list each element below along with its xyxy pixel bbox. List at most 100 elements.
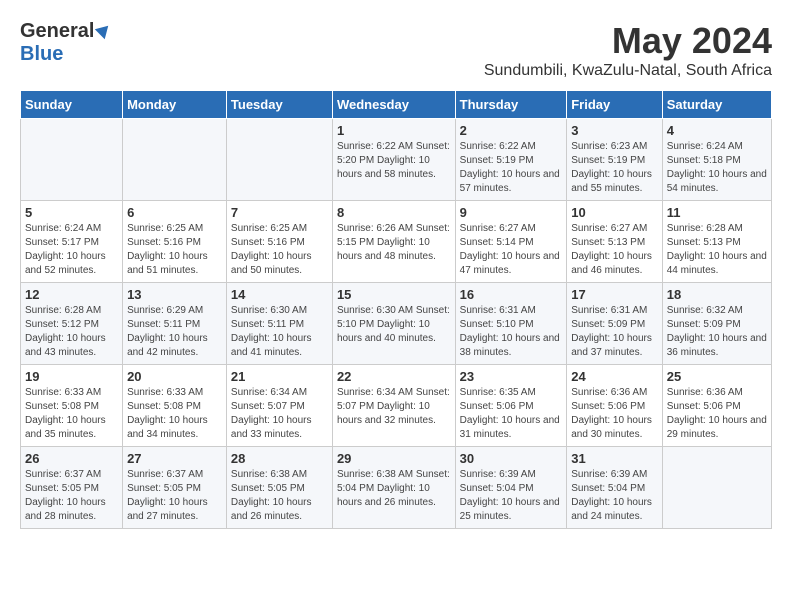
day-number: 20 — [127, 369, 222, 384]
day-info: Sunrise: 6:37 AM Sunset: 5:05 PM Dayligh… — [25, 468, 118, 524]
day-header-wednesday: Wednesday — [332, 91, 455, 119]
day-info: Sunrise: 6:31 AM Sunset: 5:10 PM Dayligh… — [460, 304, 563, 360]
day-number: 30 — [460, 451, 563, 466]
day-number: 17 — [571, 287, 658, 302]
calendar-body: 1 Sunrise: 6:22 AM Sunset: 5:20 PM Daylig… — [21, 119, 772, 529]
day-number: 26 — [25, 451, 118, 466]
calendar-cell: 16Sunrise: 6:31 AM Sunset: 5:10 PM Dayli… — [455, 283, 567, 365]
calendar-cell: 14Sunrise: 6:30 AM Sunset: 5:11 PM Dayli… — [226, 283, 332, 365]
day-info: Sunrise: 6:25 AM Sunset: 5:16 PM Dayligh… — [127, 222, 222, 278]
calendar-cell: 24 Sunrise: 6:36 AM Sunset: 5:06 PM Dayli… — [567, 365, 663, 447]
calendar-cell: 6 Sunrise: 6:25 AM Sunset: 5:16 PM Daylig… — [123, 201, 227, 283]
day-info: Sunrise: 6:29 AM Sunset: 5:11 PM Dayligh… — [127, 304, 222, 360]
day-info: Sunrise: 6:38 AM Sunset: 5:04 PM Dayligh… — [337, 468, 451, 510]
day-number: 2 — [460, 123, 563, 138]
calendar-cell — [21, 119, 123, 201]
day-info: Sunrise: 6:22 AM Sunset: 5:20 PM Dayligh… — [337, 140, 451, 182]
day-number: 10 — [571, 205, 658, 220]
calendar-cell — [662, 447, 771, 529]
title-block: May 2024 Sundumbili, KwaZulu-Natal, Sout… — [484, 20, 772, 80]
page-header: General Blue May 2024 Sundumbili, KwaZul… — [20, 20, 772, 80]
calendar-cell: 13 Sunrise: 6:29 AM Sunset: 5:11 PM Dayli… — [123, 283, 227, 365]
day-info: Sunrise: 6:25 AM Sunset: 5:16 PM Dayligh… — [231, 222, 328, 278]
logo-general-text: General — [20, 20, 94, 43]
day-info: Sunrise: 6:30 AM Sunset: 5:10 PM Dayligh… — [337, 304, 451, 346]
day-info: Sunrise: 6:32 AM Sunset: 5:09 PM Dayligh… — [667, 304, 767, 360]
day-number: 1 — [337, 123, 451, 138]
calendar-cell: 12 Sunrise: 6:28 AM Sunset: 5:12 PM Dayli… — [21, 283, 123, 365]
day-number: 21 — [231, 369, 328, 384]
day-info: Sunrise: 6:27 AM Sunset: 5:14 PM Dayligh… — [460, 222, 563, 278]
day-info: Sunrise: 6:23 AM Sunset: 5:19 PM Dayligh… — [571, 140, 658, 196]
day-number: 25 — [667, 369, 767, 384]
day-info: Sunrise: 6:34 AM Sunset: 5:07 PM Dayligh… — [337, 386, 451, 428]
calendar-cell: 23Sunrise: 6:35 AM Sunset: 5:06 PM Dayli… — [455, 365, 567, 447]
day-info: Sunrise: 6:31 AM Sunset: 5:09 PM Dayligh… — [571, 304, 658, 360]
week-row-1: 1 Sunrise: 6:22 AM Sunset: 5:20 PM Daylig… — [21, 119, 772, 201]
day-info: Sunrise: 6:36 AM Sunset: 5:06 PM Dayligh… — [667, 386, 767, 442]
calendar-cell: 9 Sunrise: 6:27 AM Sunset: 5:14 PM Daylig… — [455, 201, 567, 283]
day-header-sunday: Sunday — [21, 91, 123, 119]
week-row-2: 5Sunrise: 6:24 AM Sunset: 5:17 PM Daylig… — [21, 201, 772, 283]
calendar-cell: 26 Sunrise: 6:37 AM Sunset: 5:05 PM Dayli… — [21, 447, 123, 529]
day-number: 9 — [460, 205, 563, 220]
week-row-4: 19 Sunrise: 6:33 AM Sunset: 5:08 PM Dayli… — [21, 365, 772, 447]
logo: General Blue — [20, 20, 111, 66]
calendar-cell: 3Sunrise: 6:23 AM Sunset: 5:19 PM Daylig… — [567, 119, 663, 201]
calendar-cell: 5Sunrise: 6:24 AM Sunset: 5:17 PM Daylig… — [21, 201, 123, 283]
day-number: 24 — [571, 369, 658, 384]
calendar-cell: 4 Sunrise: 6:24 AM Sunset: 5:18 PM Daylig… — [662, 119, 771, 201]
day-header-monday: Monday — [123, 91, 227, 119]
day-number: 6 — [127, 205, 222, 220]
day-info: Sunrise: 6:26 AM Sunset: 5:15 PM Dayligh… — [337, 222, 451, 264]
day-number: 22 — [337, 369, 451, 384]
calendar-cell: 20 Sunrise: 6:33 AM Sunset: 5:08 PM Dayli… — [123, 365, 227, 447]
day-number: 14 — [231, 287, 328, 302]
day-info: Sunrise: 6:27 AM Sunset: 5:13 PM Dayligh… — [571, 222, 658, 278]
day-number: 29 — [337, 451, 451, 466]
day-number: 27 — [127, 451, 222, 466]
day-info: Sunrise: 6:28 AM Sunset: 5:13 PM Dayligh… — [667, 222, 767, 278]
day-info: Sunrise: 6:39 AM Sunset: 5:04 PM Dayligh… — [460, 468, 563, 524]
calendar-cell: 11 Sunrise: 6:28 AM Sunset: 5:13 PM Dayli… — [662, 201, 771, 283]
day-info: Sunrise: 6:38 AM Sunset: 5:05 PM Dayligh… — [231, 468, 328, 524]
calendar-cell: 30 Sunrise: 6:39 AM Sunset: 5:04 PM Dayli… — [455, 447, 567, 529]
calendar-cell: 18Sunrise: 6:32 AM Sunset: 5:09 PM Dayli… — [662, 283, 771, 365]
day-info: Sunrise: 6:39 AM Sunset: 5:04 PM Dayligh… — [571, 468, 658, 524]
calendar-cell: 29 Sunrise: 6:38 AM Sunset: 5:04 PM Dayli… — [332, 447, 455, 529]
day-number: 12 — [25, 287, 118, 302]
calendar-cell: 21 Sunrise: 6:34 AM Sunset: 5:07 PM Dayli… — [226, 365, 332, 447]
calendar-cell: 19Sunrise: 6:33 AM Sunset: 5:08 PM Dayli… — [21, 365, 123, 447]
calendar-table: SundayMondayTuesdayWednesdayThursdayFrid… — [20, 90, 772, 529]
logo-triangle-icon — [95, 20, 113, 38]
calendar-cell: 27 Sunrise: 6:37 AM Sunset: 5:05 PM Dayli… — [123, 447, 227, 529]
day-info: Sunrise: 6:36 AM Sunset: 5:06 PM Dayligh… — [571, 386, 658, 442]
calendar-cell: 28Sunrise: 6:38 AM Sunset: 5:05 PM Dayli… — [226, 447, 332, 529]
day-number: 11 — [667, 205, 767, 220]
day-number: 15 — [337, 287, 451, 302]
day-info: Sunrise: 6:28 AM Sunset: 5:12 PM Dayligh… — [25, 304, 118, 360]
day-number: 19 — [25, 369, 118, 384]
calendar-cell: 10 Sunrise: 6:27 AM Sunset: 5:13 PM Dayli… — [567, 201, 663, 283]
day-info: Sunrise: 6:33 AM Sunset: 5:08 PM Dayligh… — [127, 386, 222, 442]
day-info: Sunrise: 6:22 AM Sunset: 5:19 PM Dayligh… — [460, 140, 563, 196]
calendar-cell — [123, 119, 227, 201]
day-number: 7 — [231, 205, 328, 220]
day-number: 5 — [25, 205, 118, 220]
day-info: Sunrise: 6:37 AM Sunset: 5:05 PM Dayligh… — [127, 468, 222, 524]
logo-blue-text: Blue — [20, 43, 63, 65]
calendar-cell — [226, 119, 332, 201]
calendar-header-row: SundayMondayTuesdayWednesdayThursdayFrid… — [21, 91, 772, 119]
day-number: 8 — [337, 205, 451, 220]
day-info: Sunrise: 6:34 AM Sunset: 5:07 PM Dayligh… — [231, 386, 328, 442]
subtitle: Sundumbili, KwaZulu-Natal, South Africa — [484, 62, 772, 80]
day-number: 13 — [127, 287, 222, 302]
calendar-cell: 15 Sunrise: 6:30 AM Sunset: 5:10 PM Dayli… — [332, 283, 455, 365]
week-row-3: 12 Sunrise: 6:28 AM Sunset: 5:12 PM Dayli… — [21, 283, 772, 365]
day-info: Sunrise: 6:24 AM Sunset: 5:18 PM Dayligh… — [667, 140, 767, 196]
day-number: 4 — [667, 123, 767, 138]
calendar-cell: 22 Sunrise: 6:34 AM Sunset: 5:07 PM Dayli… — [332, 365, 455, 447]
calendar-cell: 17 Sunrise: 6:31 AM Sunset: 5:09 PM Dayli… — [567, 283, 663, 365]
main-title: May 2024 — [484, 20, 772, 62]
day-info: Sunrise: 6:35 AM Sunset: 5:06 PM Dayligh… — [460, 386, 563, 442]
